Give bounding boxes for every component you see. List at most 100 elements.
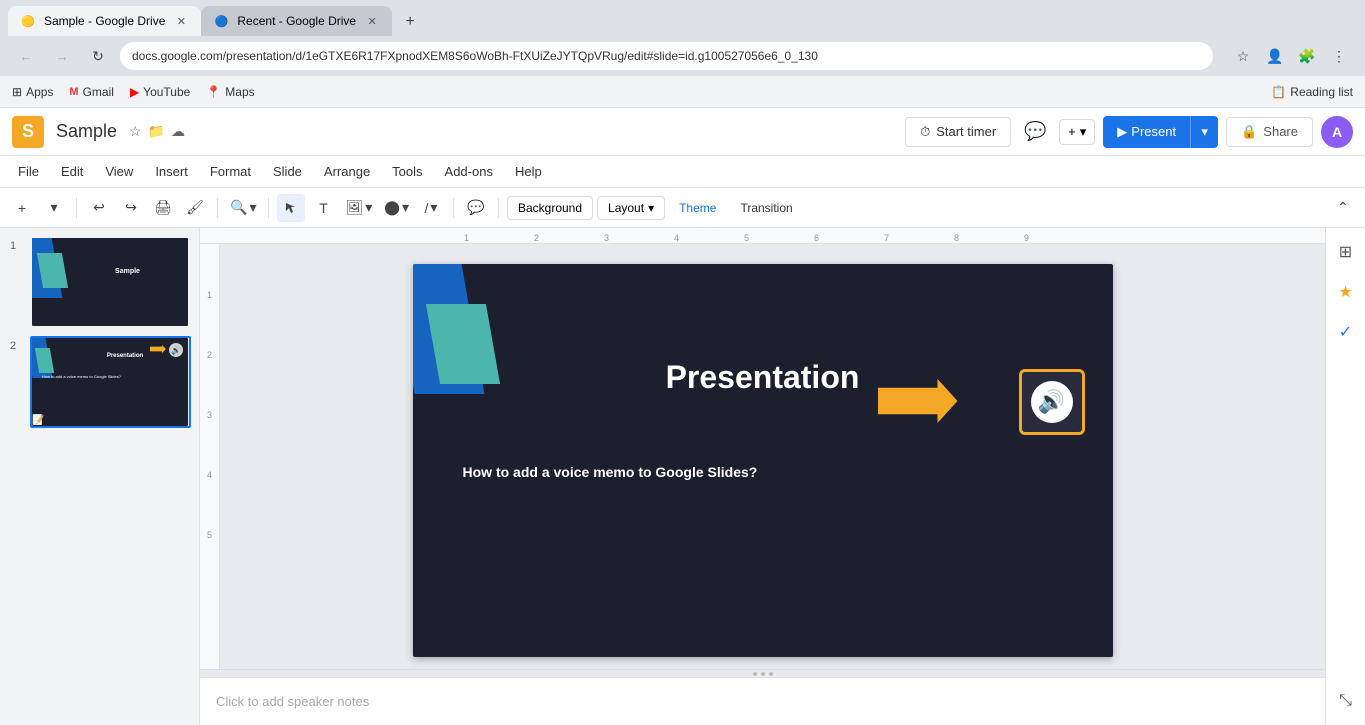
gmail-icon: M (69, 86, 78, 98)
toolbar-shapes-btn[interactable]: ⬤ ▾ (380, 194, 413, 222)
toolbar-textbox-btn[interactable]: T (309, 194, 337, 222)
bookmark-maps[interactable]: 📍 Maps (206, 85, 254, 99)
toolbar-image-btn[interactable]: 🖼 ▾ (341, 194, 376, 222)
back-button[interactable]: ← (12, 42, 40, 70)
app-title: Sample (56, 121, 117, 142)
menu-edit[interactable]: Edit (51, 160, 93, 183)
arrow-shape (878, 379, 958, 423)
reading-list-btn[interactable]: 📋 Reading list (1271, 85, 1353, 99)
speaker-notes[interactable]: Click to add speaker notes (200, 677, 1325, 725)
menu-file[interactable]: File (8, 160, 49, 183)
slide-item-1[interactable]: 1 Sample (30, 236, 191, 328)
editor-canvas-wrap[interactable]: 1 2 3 4 5 Presentation How to add a voic… (200, 244, 1325, 669)
apps-icon: ⊞ (12, 85, 22, 99)
bookmark-apps[interactable]: ⊞ Apps (12, 85, 53, 99)
toolbar-collapse-btn[interactable]: ⌃ (1329, 194, 1357, 222)
new-tab-button[interactable]: + (396, 8, 424, 36)
menu-format[interactable]: Format (200, 160, 261, 183)
background-button[interactable]: Background (507, 196, 593, 220)
toolbar-select-btn[interactable] (277, 194, 305, 222)
user-avatar[interactable]: A (1321, 116, 1353, 148)
present-dropdown[interactable]: ▾ (1190, 116, 1218, 148)
sidebar-check-icon[interactable]: ✓ (1330, 316, 1362, 348)
menu-view[interactable]: View (95, 160, 143, 183)
sep2 (217, 198, 218, 218)
sep3 (268, 198, 269, 218)
slide-arrow (878, 379, 958, 423)
drag-handle[interactable] (200, 669, 1325, 677)
forward-button[interactable]: → (48, 42, 76, 70)
audio-icon-box[interactable]: 🔊 (1019, 369, 1085, 435)
start-timer-button[interactable]: ⏱ Start timer (905, 117, 1011, 147)
comment-button[interactable]: 💬 (1019, 116, 1051, 148)
zoom-dropdown: ▾ (249, 199, 256, 216)
theme-button[interactable]: Theme (669, 197, 726, 219)
thumb2-title: Presentation (72, 353, 178, 359)
bookmark-icon[interactable]: ☆ (1229, 42, 1257, 70)
sidebar-star-icon[interactable]: ★ (1330, 276, 1362, 308)
extension-icon[interactable]: 🧩 (1293, 42, 1321, 70)
slide-title[interactable]: Presentation (666, 359, 860, 396)
note-icon: 📝 (32, 415, 44, 426)
tab-close-2[interactable]: ✕ (364, 13, 380, 29)
dot-2 (761, 672, 765, 676)
audio-play-icon[interactable]: 🔊 (1031, 381, 1073, 423)
present-main[interactable]: ▶ Present (1103, 116, 1190, 148)
folder-icon[interactable]: 📁 (148, 123, 165, 140)
add-dropdown-icon: ▾ (1080, 124, 1087, 140)
slide-item-2[interactable]: 2 Presentation How to add a voice memo t… (30, 336, 191, 428)
tab-close-1[interactable]: ✕ (173, 13, 189, 29)
main-content: 1 Sample 2 Presentation (0, 228, 1365, 725)
cloud-icon[interactable]: ☁ (171, 123, 185, 140)
menu-tools[interactable]: Tools (382, 160, 432, 183)
sidebar-expand-icon[interactable]: ⤡ (1330, 685, 1362, 717)
more-icon[interactable]: ⋮ (1325, 42, 1353, 70)
maps-label: Maps (225, 85, 254, 99)
thumb2-speaker: 🔊 (169, 343, 183, 357)
transition-label: Transition (740, 201, 792, 215)
tab-recent[interactable]: 🔵 Recent - Google Drive ✕ (201, 6, 392, 36)
menu-slide[interactable]: Slide (263, 160, 312, 183)
gmail-label: Gmail (83, 85, 114, 99)
toolbar-paintformat-btn[interactable]: 🖌 (181, 194, 209, 222)
toolbar-comment-btn[interactable]: 💬 (462, 194, 490, 222)
layout-dropdown-icon: ▾ (648, 201, 654, 215)
thumb1-title: Sample (72, 268, 183, 275)
toolbar-zoom-btn[interactable]: 🔍 ▾ (226, 194, 260, 222)
layout-button[interactable]: Layout ▾ (597, 196, 665, 220)
sidebar-grid-icon[interactable]: ⊞ (1330, 236, 1362, 268)
menu-addons[interactable]: Add-ons (435, 160, 503, 183)
slide-subtitle[interactable]: How to add a voice memo to Google Slides… (463, 464, 1063, 480)
thumb2-subtitle: How to add a voice memo to Google Slides… (42, 374, 178, 380)
star-icon[interactable]: ☆ (129, 123, 142, 140)
bookmark-youtube[interactable]: ▶ YouTube (130, 85, 190, 99)
address-input[interactable]: docs.google.com/presentation/d/1eGTXE6R1… (120, 42, 1213, 70)
tab-sample[interactable]: 🟡 Sample - Google Drive ✕ (8, 6, 201, 36)
notes-placeholder[interactable]: Click to add speaker notes (216, 694, 369, 709)
reload-button[interactable]: ↻ (84, 42, 112, 70)
toolbar-lines-btn[interactable]: / ▾ (417, 194, 445, 222)
app-bar: S Sample ☆ 📁 ☁ ⏱ Start timer 💬 + ▾ ▶ Pre… (0, 108, 1365, 156)
address-bar: ← → ↻ docs.google.com/presentation/d/1eG… (0, 36, 1365, 76)
sidebar-bottom: ⤡ (1330, 685, 1362, 717)
share-button[interactable]: 🔒 Share (1226, 117, 1313, 147)
slide-thumb-2[interactable]: Presentation How to add a voice memo to … (30, 336, 191, 428)
toolbar-undo-btn[interactable]: ↩ (85, 194, 113, 222)
browser-actions: ☆ 👤 🧩 ⋮ (1229, 42, 1353, 70)
menu-insert[interactable]: Insert (145, 160, 198, 183)
toolbar: + ▾ ↩ ↪ 🖨 🖌 🔍 ▾ T 🖼 ▾ ⬤ ▾ / ▾ 💬 (0, 188, 1365, 228)
menu-help[interactable]: Help (505, 160, 552, 183)
transition-button[interactable]: Transition (730, 197, 802, 219)
toolbar-print-btn[interactable]: 🖨 (149, 194, 177, 222)
bookmark-gmail[interactable]: M Gmail (69, 85, 114, 99)
profile-icon[interactable]: 👤 (1261, 42, 1289, 70)
toolbar-redo-btn[interactable]: ↪ (117, 194, 145, 222)
add-button[interactable]: + ▾ (1059, 119, 1095, 145)
toolbar-add-btn[interactable]: + (8, 194, 36, 222)
menu-arrange[interactable]: Arrange (314, 160, 380, 183)
slide-canvas[interactable]: Presentation How to add a voice memo to … (413, 264, 1113, 657)
present-button[interactable]: ▶ Present ▾ (1103, 116, 1218, 148)
slide-number-2: 2 (10, 340, 16, 352)
toolbar-add-dropdown[interactable]: ▾ (40, 194, 68, 222)
slide-thumb-1[interactable]: Sample (30, 236, 191, 328)
